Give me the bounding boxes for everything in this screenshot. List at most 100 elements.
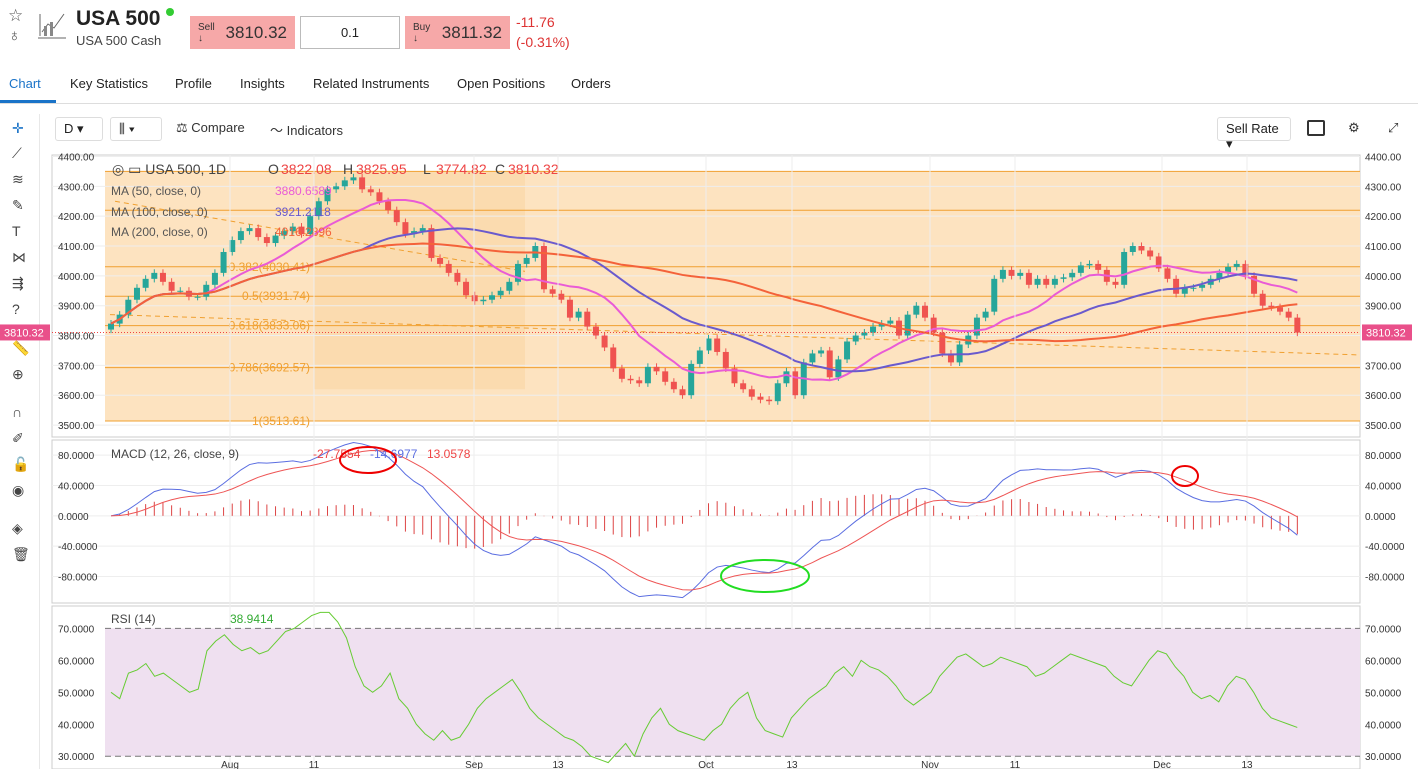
- candle-body: [722, 351, 729, 369]
- fib-range-box: [314, 171, 525, 390]
- macd-tick-right: -40.0000: [1365, 542, 1405, 553]
- tab-open-positions[interactable]: Open Positions: [457, 76, 545, 91]
- tab-orders[interactable]: Orders: [571, 76, 611, 91]
- buy-button[interactable]: Buy ↓ 3811.32: [405, 16, 510, 49]
- macd-legend-label: MACD (12, 26, close, 9): [111, 447, 239, 461]
- candle-body: [688, 363, 695, 396]
- candle-body: [1112, 281, 1119, 285]
- candle-body: [1034, 278, 1041, 285]
- candle-body: [1077, 265, 1084, 273]
- macd-tick-label: -80.0000: [58, 572, 98, 583]
- candle-body: [1129, 246, 1136, 252]
- macd-tick-right: 40.0000: [1365, 481, 1402, 492]
- candle-body: [237, 231, 244, 241]
- rsi-legend-label: RSI (14): [111, 612, 156, 626]
- x-tick-label: 11: [309, 760, 320, 769]
- fib-level-label: 0.786(3692.57): [229, 361, 310, 375]
- candle-body: [1017, 272, 1024, 276]
- candle-body: [887, 320, 894, 324]
- candle-body: [783, 371, 790, 384]
- alert-icon[interactable]: ♁: [8, 26, 21, 46]
- ma-legend-value: 4016.2896: [275, 225, 332, 239]
- candle-body: [627, 378, 634, 381]
- y-tick-label-right: 3600.00: [1365, 391, 1402, 402]
- macd-tick-label: 0.0000: [58, 512, 89, 523]
- candle-body: [748, 389, 755, 397]
- candle-body: [861, 332, 868, 336]
- candle-body: [809, 353, 816, 363]
- candle-body: [636, 380, 643, 384]
- tab-related-instruments[interactable]: Related Instruments: [313, 76, 429, 91]
- candle-body: [826, 350, 833, 378]
- candle-body: [1190, 287, 1197, 289]
- candle-body: [818, 350, 825, 354]
- star-icon[interactable]: ☆: [8, 6, 23, 26]
- candle-body: [566, 299, 573, 318]
- buy-price: 3811.32: [441, 22, 502, 42]
- fib-level-label: 0.618(3833.06): [229, 319, 310, 333]
- candle-body: [610, 347, 617, 369]
- sell-button[interactable]: Sell ↓ 3810.32: [190, 16, 295, 49]
- quantity-input[interactable]: 0.1: [300, 16, 400, 49]
- candle-body: [844, 341, 851, 360]
- candle-body: [133, 287, 140, 300]
- candle-body: [1069, 272, 1076, 278]
- candle-body: [1008, 269, 1015, 276]
- candle-body: [1259, 293, 1266, 306]
- candle-body: [255, 228, 262, 238]
- fib-level-label: 1(3513.61): [252, 414, 310, 428]
- candle-body: [142, 278, 149, 288]
- settings-icon[interactable]: ⚙: [1348, 120, 1360, 136]
- macd-tick-right: -80.0000: [1365, 572, 1405, 583]
- crosshair-icon[interactable]: ✛: [12, 120, 24, 137]
- x-tick-label: 13: [552, 760, 564, 769]
- candle-body: [1025, 272, 1032, 285]
- header: ☆ ♁ USA 500 USA 500 Cash Sell ↓ 3810.32 0…: [0, 0, 1418, 62]
- last-price-label: 3810.32: [4, 327, 44, 339]
- ohlc-label: O: [268, 161, 279, 177]
- tab-key-statistics[interactable]: Key Statistics: [70, 76, 148, 91]
- y-tick-label-right: 4100.00: [1365, 242, 1402, 253]
- candle-body: [1043, 278, 1050, 285]
- candle-body: [159, 272, 166, 282]
- candle-body: [1173, 278, 1180, 294]
- indicators-button[interactable]: 〜 Indicators: [270, 120, 343, 139]
- chart-type-select[interactable]: ⫼ ▾: [110, 117, 162, 141]
- candle-body: [1060, 277, 1067, 279]
- x-tick-label: Dec: [1153, 760, 1171, 769]
- screenshot-icon[interactable]: [1307, 120, 1325, 136]
- y-tick-label: 3800.00: [58, 332, 95, 343]
- candle-body: [151, 272, 158, 279]
- fullscreen-icon[interactable]: ⤢: [1388, 120, 1398, 136]
- x-tick-label: 13: [786, 760, 798, 769]
- rsi-value: 38.9414: [230, 612, 274, 626]
- candle-body: [393, 210, 400, 223]
- rate-select[interactable]: Sell Rate ▾: [1217, 117, 1291, 151]
- candle-body: [497, 290, 504, 296]
- candle-body: [506, 281, 513, 291]
- interval-select[interactable]: D ▾: [55, 117, 103, 141]
- compare-button[interactable]: ⚖ Compare: [176, 120, 245, 136]
- candle-body: [618, 368, 625, 379]
- ohlc-label: L: [423, 161, 431, 177]
- candle-body: [480, 299, 487, 302]
- y-tick-label-right: 3500.00: [1365, 421, 1402, 432]
- macd-tick-label: 40.0000: [58, 481, 95, 492]
- candle-body: [385, 201, 392, 211]
- y-tick-label: 4200.00: [58, 212, 95, 223]
- macd-tick-right: 0.0000: [1365, 512, 1396, 523]
- tab-insights[interactable]: Insights: [240, 76, 285, 91]
- rsi-tick-right: 60.0000: [1365, 656, 1402, 667]
- candle-body: [211, 272, 218, 285]
- candle-body: [774, 383, 781, 402]
- candle-body: [1121, 251, 1128, 285]
- candle-body: [601, 335, 608, 348]
- tab-profile[interactable]: Profile: [175, 76, 212, 91]
- tab-chart[interactable]: Chart: [9, 76, 41, 91]
- ma-legend-label: MA (100, close, 0): [111, 205, 208, 219]
- candle-body: [679, 389, 686, 396]
- x-tick-label: Oct: [698, 760, 714, 769]
- candle-body: [1086, 263, 1093, 266]
- price-chart[interactable]: 4400.00 4400.00 4300.00 4300.00 4200.00 4200.…: [0, 146, 1418, 769]
- candle-body: [220, 251, 227, 273]
